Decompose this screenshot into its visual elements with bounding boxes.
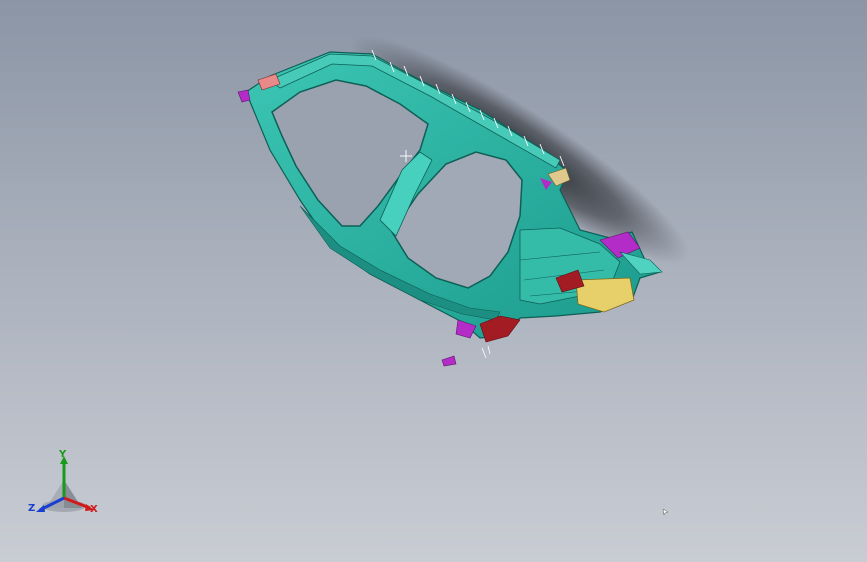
model-scene[interactable] (0, 0, 867, 562)
wheel-arch-parts[interactable] (441, 315, 521, 367)
axis-label-y: Y (59, 449, 67, 460)
axis-label-z: Z (28, 503, 36, 514)
3d-viewport[interactable]: Y Z X (0, 0, 867, 562)
mouse-cursor-icon (662, 508, 669, 516)
axis-label-x: X (90, 504, 98, 515)
coordinate-triad: Y Z X (28, 448, 104, 520)
